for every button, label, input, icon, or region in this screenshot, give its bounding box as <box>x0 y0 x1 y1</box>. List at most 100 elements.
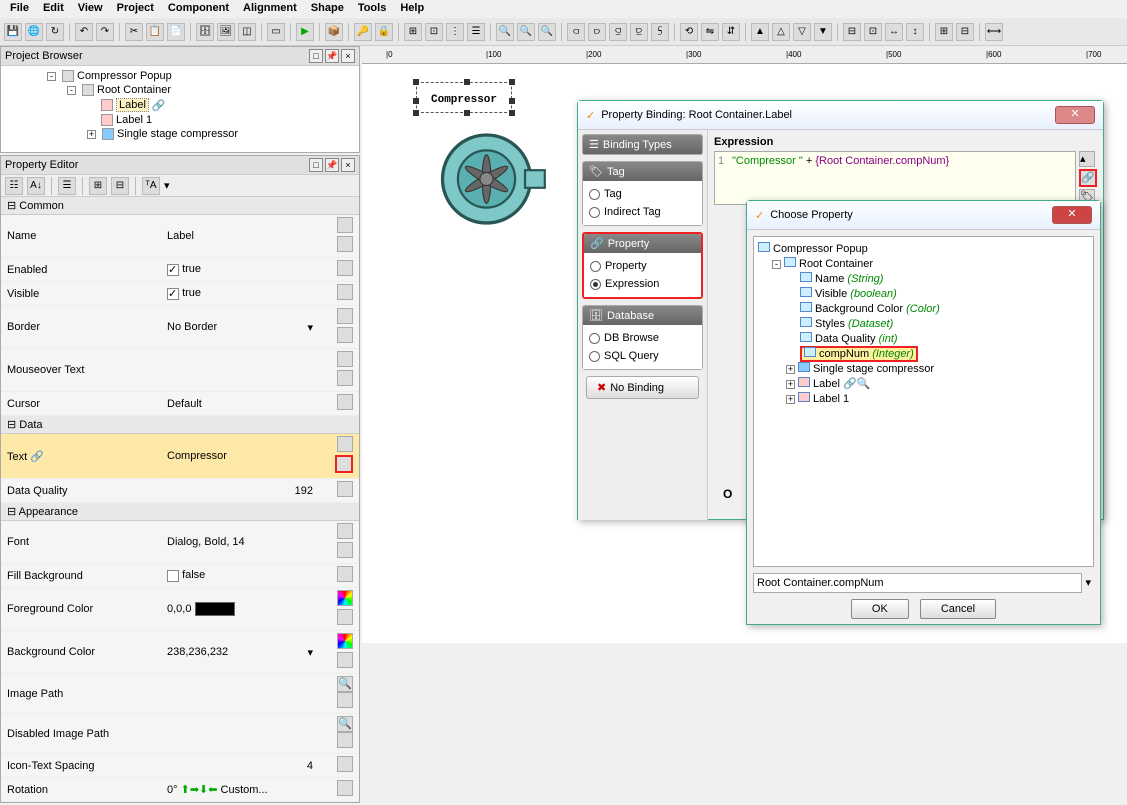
tree-item-label[interactable]: Compressor Popup <box>77 70 172 82</box>
same-width-icon[interactable]: ↔ <box>885 23 903 41</box>
db-icon[interactable]: 🗄 <box>196 23 214 41</box>
tree-item[interactable]: Single stage compressor <box>813 363 934 375</box>
bind-icon[interactable] <box>337 236 353 252</box>
resize-handle[interactable] <box>413 98 419 104</box>
panel-pin-icon[interactable]: 📌 <box>325 158 339 172</box>
prop-value[interactable]: 238,236,232 ▾ <box>161 631 319 674</box>
snap-icon[interactable]: ⊡ <box>425 23 443 41</box>
close-button[interactable]: ✕ <box>1052 206 1092 224</box>
bind-icon[interactable] <box>337 370 353 386</box>
insert-property-button[interactable]: 🔗 <box>1079 169 1097 187</box>
prop-value[interactable]: 0,0,0 <box>161 588 319 631</box>
tree-item[interactable]: Label 1 <box>813 393 849 405</box>
prop-value[interactable]: false <box>161 564 319 588</box>
property-tree[interactable]: Compressor Popup -Root Container Name (S… <box>753 236 1094 567</box>
save-icon[interactable]: 💾 <box>4 23 22 41</box>
rotate-icon[interactable]: ⟲ <box>680 23 698 41</box>
color-swatch[interactable] <box>195 602 235 616</box>
order-forward-icon[interactable]: △ <box>772 23 790 41</box>
key-icon[interactable]: 🔑 <box>354 23 372 41</box>
color-wheel-icon[interactable] <box>337 590 353 606</box>
option-tag[interactable]: Tag <box>587 185 698 203</box>
panel-restore-icon[interactable]: □ <box>309 49 323 63</box>
compressor-component[interactable] <box>437 124 547 234</box>
package-icon[interactable]: 📦 <box>325 23 343 41</box>
zoom-in-icon[interactable]: 🔍 <box>496 23 514 41</box>
prop-value[interactable]: 0° ⬆➡⬇⬅ Custom... <box>161 778 319 802</box>
prop-value[interactable] <box>161 349 319 392</box>
menu-edit[interactable]: Edit <box>37 1 70 17</box>
globe-icon[interactable]: 🌐 <box>25 23 43 41</box>
menu-tools[interactable]: Tools <box>352 1 393 17</box>
tree-item-label[interactable]: Root Container <box>97 84 171 96</box>
expand-icon[interactable]: + <box>786 365 795 374</box>
bind-icon[interactable] <box>337 609 353 625</box>
selected-label-component[interactable]: Compressor <box>416 82 512 113</box>
component-icon[interactable]: ◫ <box>238 23 256 41</box>
resize-handle[interactable] <box>509 79 515 85</box>
menu-project[interactable]: Project <box>111 1 160 17</box>
grid-icon[interactable]: ⊞ <box>404 23 422 41</box>
ok-button[interactable]: OK <box>851 599 909 619</box>
edit-icon[interactable] <box>337 351 353 367</box>
panel-pin-icon[interactable]: 📌 <box>325 49 339 63</box>
panel-close-icon[interactable]: × <box>341 49 355 63</box>
cut-icon[interactable]: ✂ <box>125 23 143 41</box>
menu-component[interactable]: Component <box>162 1 235 17</box>
prop-value-text[interactable]: Compressor <box>161 434 319 479</box>
bind-button[interactable] <box>335 455 353 473</box>
tree-item[interactable]: Background Color <box>815 303 903 315</box>
edit-icon[interactable] <box>337 217 353 233</box>
menu-shape[interactable]: Shape <box>305 1 350 17</box>
browse-icon[interactable]: 🔍 <box>337 716 353 732</box>
bind-icon[interactable] <box>337 284 353 300</box>
panel-restore-icon[interactable]: □ <box>309 158 323 172</box>
bind-icon[interactable] <box>337 652 353 668</box>
tree-item-label[interactable]: Single stage compressor <box>117 128 238 140</box>
tree-item[interactable]: Visible <box>815 288 847 300</box>
bind-icon[interactable] <box>337 780 353 796</box>
prop-value[interactable]: true <box>161 258 319 282</box>
bind-icon[interactable] <box>337 394 353 410</box>
bind-icon[interactable] <box>337 542 353 558</box>
checkbox-icon[interactable] <box>167 288 179 300</box>
guides-icon[interactable]: ⋮ <box>446 23 464 41</box>
refresh-icon[interactable]: ↻ <box>46 23 64 41</box>
prop-value[interactable] <box>161 714 319 754</box>
bind-icon[interactable] <box>337 327 353 343</box>
flip-h-icon[interactable]: ⇋ <box>701 23 719 41</box>
img-icon[interactable]: 🖼 <box>217 23 235 41</box>
categorized-icon[interactable]: ☷ <box>5 177 23 195</box>
prop-value[interactable]: Label <box>161 215 319 258</box>
option-indirect-tag[interactable]: Indirect Tag <box>587 203 698 221</box>
filter-icon[interactable]: ☰ <box>58 177 76 195</box>
expand-icon[interactable]: + <box>786 380 795 389</box>
menu-alignment[interactable]: Alignment <box>237 1 303 17</box>
expression-editor[interactable]: 1 "Compressor " + {Root Container.compNu… <box>714 151 1076 205</box>
order-backward-icon[interactable]: ▽ <box>793 23 811 41</box>
option-db-browse[interactable]: DB Browse <box>587 329 698 347</box>
tree-item[interactable]: Label <box>813 378 840 390</box>
sort-icon[interactable]: A↓ <box>27 177 45 195</box>
zoom-out-icon[interactable]: 🔍 <box>517 23 535 41</box>
tree-item[interactable]: Root Container <box>799 258 873 270</box>
option-property[interactable]: Property <box>588 257 697 275</box>
cancel-button[interactable]: Cancel <box>920 599 996 619</box>
align-center-icon[interactable]: ⫐ <box>588 23 606 41</box>
panel-close-icon[interactable]: × <box>341 158 355 172</box>
bind-icon[interactable] <box>337 566 353 582</box>
prop-value[interactable]: Dialog, Bold, 14 <box>161 521 319 564</box>
tree-item[interactable]: Data Quality <box>815 333 876 345</box>
color-wheel-icon[interactable] <box>337 633 353 649</box>
scroll-up-icon[interactable]: ▴ <box>1079 151 1095 167</box>
paste-icon[interactable]: 📄 <box>167 23 185 41</box>
prop-value[interactable]: No Border ▾ <box>161 306 319 349</box>
ungroup-icon[interactable]: ⊟ <box>956 23 974 41</box>
align-middle-icon[interactable]: ⫓ <box>651 23 669 41</box>
section-appearance[interactable]: ⊟ Appearance <box>1 503 359 521</box>
align-top-icon[interactable]: ⫒ <box>630 23 648 41</box>
checkbox-icon[interactable] <box>167 570 179 582</box>
edit-icon[interactable] <box>337 308 353 324</box>
copy-icon[interactable]: 📋 <box>146 23 164 41</box>
menu-help[interactable]: Help <box>394 1 430 17</box>
